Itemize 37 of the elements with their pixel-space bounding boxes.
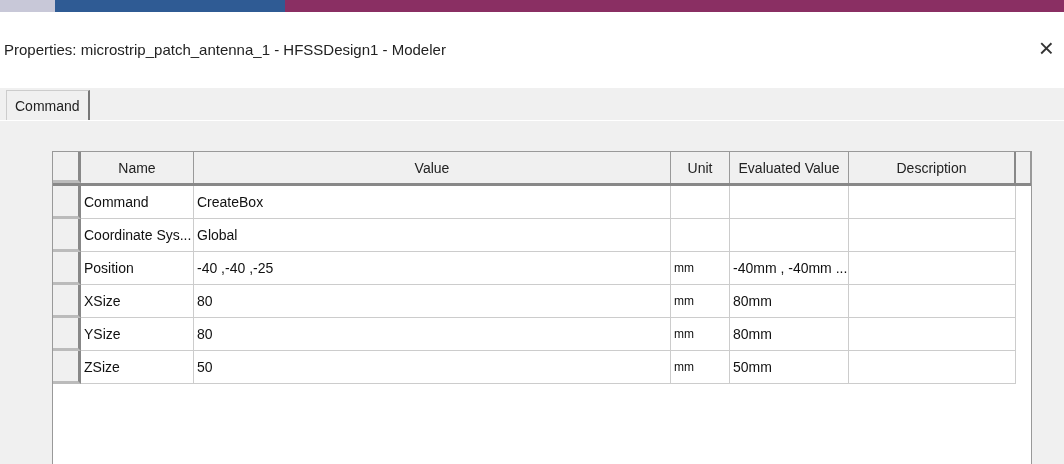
table-cell: 50mm <box>730 351 849 384</box>
row-header[interactable] <box>53 285 81 318</box>
corner-header[interactable] <box>53 152 81 183</box>
table-cell: Coordinate Sys... <box>81 219 194 252</box>
table-cell: 80 <box>194 285 671 318</box>
table-cell: mm <box>671 318 730 351</box>
table-cell: -40 ,-40 ,-25 <box>194 252 671 285</box>
table-cell: 80mm <box>730 285 849 318</box>
row-header[interactable] <box>53 318 81 351</box>
tab[interactable]: Command <box>6 90 90 120</box>
table-cell: YSize <box>81 318 194 351</box>
window-title: Properties: microstrip_patch_antenna_1 - HFSSDesign1 - Modeler <box>4 40 446 58</box>
column-header[interactable]: Evaluated Value <box>730 152 849 183</box>
row-header[interactable] <box>53 219 81 252</box>
table-cell <box>671 186 730 219</box>
row-header[interactable] <box>53 186 81 219</box>
table-cell: mm <box>671 252 730 285</box>
table-cell: 80mm <box>730 318 849 351</box>
column-header[interactable]: Value <box>194 152 671 183</box>
table-cell: Command <box>81 186 194 219</box>
table-cell: Global <box>194 219 671 252</box>
table-cell: -40mm , -40mm ... <box>730 252 849 285</box>
table-cell: CreateBox <box>194 186 671 219</box>
table-cell: mm <box>671 351 730 384</box>
table-cell <box>671 219 730 252</box>
table-cell: ZSize <box>81 351 194 384</box>
table-cell: Position <box>81 252 194 285</box>
table-cell: mm <box>671 285 730 318</box>
close-button[interactable]: × <box>1028 32 1064 64</box>
table-cell: 50 <box>194 351 671 384</box>
table-cell: XSize <box>81 285 194 318</box>
column-header[interactable]: Name <box>81 152 194 183</box>
table-cell: 80 <box>194 318 671 351</box>
column-header[interactable]: Description <box>849 152 1016 183</box>
column-header[interactable]: Unit <box>671 152 730 183</box>
row-header[interactable] <box>53 252 81 285</box>
row-header[interactable] <box>53 351 81 384</box>
